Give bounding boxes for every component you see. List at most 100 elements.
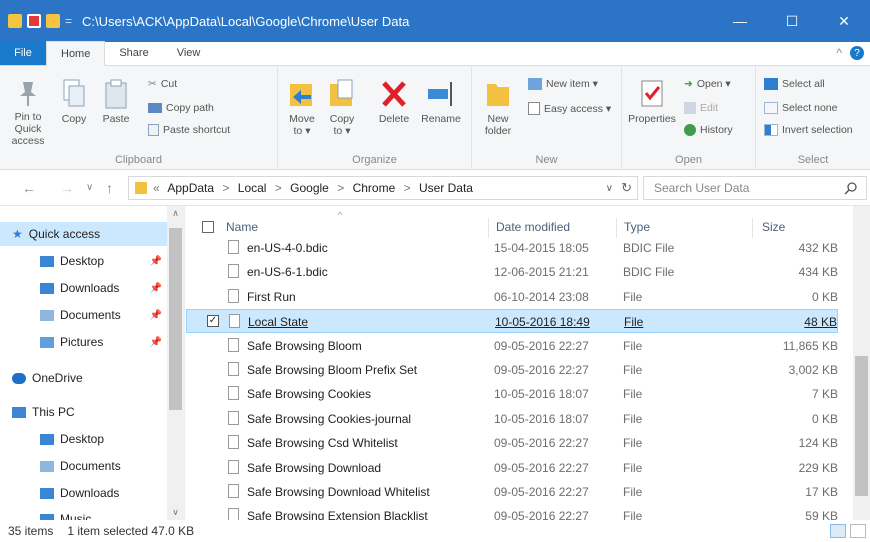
file-icon — [228, 264, 239, 279]
sidebar-item-pc-downloads[interactable]: Downloads — [0, 481, 168, 505]
sidebar-item-pc-desktop[interactable]: Desktop — [0, 427, 168, 451]
copy-path-button[interactable]: Copy path — [148, 102, 214, 114]
table-row[interactable]: en-US-4-0.bdic 15-04-2015 18:05 BDIC File 4… — [186, 236, 838, 260]
table-row[interactable]: Safe Browsing Csd Whitelist 09-05-2016 22… — [186, 431, 838, 455]
delete-button[interactable]: Delete — [374, 78, 414, 125]
breadcrumb-separator[interactable]: > — [337, 181, 344, 195]
breadcrumb-google[interactable]: Google — [290, 181, 329, 195]
sidebar-item-quick-access[interactable]: ★ Quick access — [0, 222, 168, 246]
new-folder-button[interactable]: New folder — [480, 78, 516, 137]
row-checkbox[interactable]: ✓ — [207, 315, 219, 328]
copy-button[interactable]: Copy — [56, 78, 92, 125]
sidebar-item-desktop[interactable]: Desktop 📌 — [0, 249, 168, 273]
table-row[interactable]: Safe Browsing Download 09-05-2016 22:27 Fi… — [186, 456, 838, 480]
cut-button[interactable]: ✂ Cut — [148, 78, 177, 90]
paste-button[interactable]: Paste — [96, 78, 136, 125]
select-none-button[interactable]: Select none — [764, 102, 837, 114]
tab-share[interactable]: Share — [105, 41, 162, 65]
table-row[interactable]: ✓ Local State 10-05-2016 18:49 File 48 KB — [186, 309, 838, 334]
breadcrumb-separator[interactable]: > — [222, 181, 229, 195]
sidebar-item-pc-music[interactable]: Music — [0, 507, 168, 520]
minimize-button[interactable]: — — [714, 0, 766, 42]
paste-shortcut-button[interactable]: Paste shortcut — [148, 124, 230, 136]
scroll-down-icon[interactable]: ∨ — [167, 507, 184, 518]
copy-to-button[interactable]: Copy to ▾ — [324, 78, 360, 137]
table-row[interactable]: Safe Browsing Cookies-journal 10-05-2016 … — [186, 407, 838, 431]
address-dropdown-icon[interactable]: ∨ — [606, 183, 613, 194]
sidebar-scrollbar[interactable]: ∧ ∨ — [167, 206, 184, 520]
table-row[interactable]: en-US-6-1.bdic 12-06-2015 21:21 BDIC File 4… — [186, 260, 838, 284]
back-arrow-icon[interactable]: ← — [22, 180, 36, 196]
address-bar[interactable]: « AppData > Local > Google > Chrome > Us… — [128, 176, 638, 200]
invert-selection-button[interactable]: Invert selection — [764, 124, 853, 136]
easy-access-button[interactable]: Easy access ▾ — [528, 102, 611, 115]
file-size: 3,002 KB — [788, 363, 838, 377]
pin-to-quick-access-button[interactable]: Pin to Quick access — [4, 78, 52, 147]
table-row[interactable]: Safe Browsing Bloom 09-05-2016 22:27 File 1… — [186, 334, 838, 358]
breadcrumb-chrome[interactable]: Chrome — [353, 181, 396, 195]
large-icons-view-icon[interactable] — [850, 524, 866, 538]
new-item-button[interactable]: New item ▾ — [528, 78, 598, 90]
table-row[interactable]: First Run 06-10-2014 23:08 File 0 KB — [186, 285, 838, 309]
up-arrow-icon[interactable]: ↑ — [106, 180, 113, 196]
file-icon — [228, 410, 239, 425]
file-list-scrollbar-thumb[interactable] — [855, 356, 868, 496]
table-row[interactable]: Safe Browsing Extension Blacklist 09-05-2… — [186, 504, 838, 520]
column-type[interactable]: Type — [624, 220, 650, 234]
history-button[interactable]: History — [684, 124, 733, 136]
column-divider[interactable] — [616, 218, 617, 238]
search-placeholder: Search User Data — [654, 181, 750, 195]
breadcrumb-user-data[interactable]: User Data — [419, 181, 473, 195]
tab-view[interactable]: View — [163, 41, 215, 65]
breadcrumb-appdata[interactable]: AppData — [167, 181, 214, 195]
sidebar-item-onedrive[interactable]: OneDrive — [0, 366, 168, 390]
help-icon[interactable]: ? — [850, 46, 864, 60]
table-row[interactable]: Safe Browsing Bloom Prefix Set 09-05-2016… — [186, 358, 838, 382]
collapse-ribbon-icon[interactable]: ^ — [836, 46, 842, 60]
recent-locations-chevron-icon[interactable]: ∨ — [86, 182, 93, 193]
sidebar-item-this-pc[interactable]: This PC — [0, 400, 168, 424]
sort-indicator-icon: ^ — [338, 210, 343, 220]
tab-home[interactable]: Home — [46, 41, 106, 66]
edit-button[interactable]: Edit — [684, 102, 718, 114]
search-icon[interactable] — [844, 181, 858, 195]
new-folder-icon[interactable] — [46, 14, 60, 28]
properties-button[interactable]: Properties — [626, 78, 678, 125]
move-to-button[interactable]: Move to ▾ — [284, 78, 320, 137]
details-view-icon[interactable] — [830, 524, 846, 538]
table-row[interactable]: Safe Browsing Cookies 10-05-2016 18:07 Fil… — [186, 382, 838, 406]
file-icon — [229, 314, 240, 329]
breadcrumb-separator[interactable]: > — [404, 181, 411, 195]
sidebar-scrollbar-thumb[interactable] — [169, 228, 182, 410]
select-all-button[interactable]: Select all — [764, 78, 825, 90]
rename-button[interactable]: Rename — [418, 78, 464, 125]
file-name: Safe Browsing Cookies — [247, 387, 372, 402]
breadcrumb-local[interactable]: Local — [238, 181, 267, 195]
column-name[interactable]: Name — [226, 220, 258, 234]
properties-icon[interactable] — [27, 14, 41, 28]
sidebar-item-pictures[interactable]: Pictures 📌 — [0, 330, 168, 354]
sidebar-item-documents[interactable]: Documents 📌 — [0, 303, 168, 327]
customize-dropdown-icon[interactable]: = — [65, 14, 72, 28]
sidebar-item-pc-documents[interactable]: Documents — [0, 454, 168, 478]
column-divider[interactable] — [488, 218, 489, 238]
open-button[interactable]: ➜ Open ▾ — [684, 78, 731, 90]
search-input[interactable]: Search User Data — [643, 176, 867, 200]
scroll-up-icon[interactable]: ∧ — [167, 208, 184, 219]
breadcrumb-separator[interactable]: > — [275, 181, 282, 195]
file-size: 432 KB — [798, 241, 838, 255]
select-all-checkbox[interactable] — [202, 221, 214, 233]
column-size[interactable]: Size — [762, 220, 785, 234]
column-date-modified[interactable]: Date modified — [496, 220, 570, 234]
file-list-scrollbar[interactable] — [853, 206, 870, 520]
sidebar-item-downloads[interactable]: Downloads 📌 — [0, 276, 168, 300]
column-divider[interactable] — [752, 218, 753, 238]
table-row[interactable]: Safe Browsing Download Whitelist 09-05-20… — [186, 480, 838, 504]
forward-arrow-icon[interactable]: → — [60, 180, 74, 196]
breadcrumb-overflow[interactable]: « — [153, 181, 160, 195]
refresh-icon[interactable]: ↻ — [621, 180, 632, 196]
file-type: File — [623, 289, 643, 304]
maximize-button[interactable]: ☐ — [766, 0, 818, 42]
tab-file[interactable]: File — [0, 41, 46, 65]
close-button[interactable]: ✕ — [818, 0, 870, 42]
